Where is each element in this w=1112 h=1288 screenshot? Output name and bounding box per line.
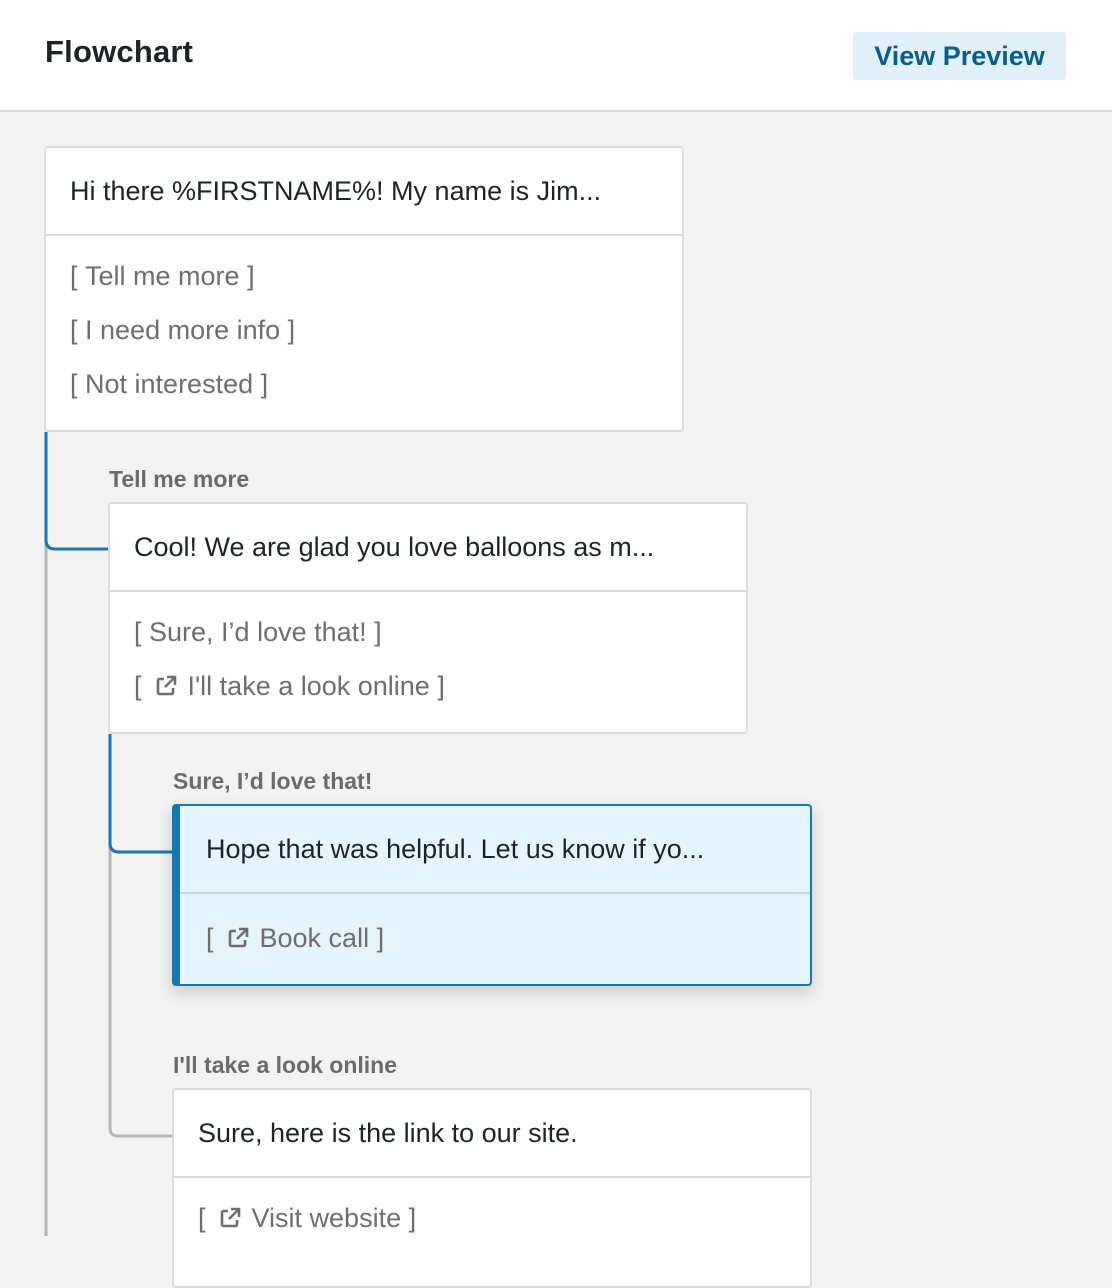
branch-label-tell-me-more: Tell me more	[109, 466, 250, 492]
node-message: Hi there %FIRSTNAME%! My name is Jim...	[46, 148, 682, 236]
external-link-icon	[228, 927, 248, 948]
node-message: Cool! We are glad you love balloons as m…	[110, 504, 746, 592]
option-visit-website[interactable]: [ Visit website ]	[174, 1191, 810, 1245]
header-bar: Flowchart View Preview	[0, 0, 1112, 112]
connector-tell-to-sure	[108, 734, 172, 854]
option-tell-me-more[interactable]: [ Tell me more ]	[46, 249, 682, 303]
node-options: [ Book call ]	[180, 894, 810, 965]
option-need-more-info[interactable]: [ I need more info ]	[46, 303, 682, 357]
flow-node-root[interactable]: Hi there %FIRSTNAME%! My name is Jim... …	[44, 146, 684, 432]
external-link-icon	[220, 1207, 240, 1228]
flow-node-tell-me-more[interactable]: Cool! We are glad you love balloons as m…	[108, 502, 748, 734]
page-title: Flowchart	[45, 34, 194, 69]
view-preview-button[interactable]: View Preview	[853, 32, 1066, 80]
option-book-call[interactable]: [ Book call ]	[180, 911, 810, 965]
external-link-icon	[156, 675, 176, 696]
node-message: Hope that was helpful. Let us know if yo…	[180, 806, 810, 894]
node-options: [ Sure, I’d love that! ] [ I'll take a l…	[110, 592, 746, 713]
node-options: [ Tell me more ] [ I need more info ] [ …	[46, 236, 682, 411]
node-options: [ Visit website ]	[174, 1178, 810, 1245]
connector-tell-to-online	[108, 734, 172, 1138]
connector-root-to-tell-me-more	[44, 432, 108, 551]
flow-node-online[interactable]: Sure, here is the link to our site. [ Vi…	[172, 1088, 812, 1288]
branch-label-online: I'll take a look online	[173, 1052, 398, 1078]
option-not-interested[interactable]: [ Not interested ]	[46, 357, 682, 411]
option-sure-love-that[interactable]: [ Sure, I’d love that! ]	[110, 605, 746, 659]
flow-node-sure-selected[interactable]: Hope that was helpful. Let us know if yo…	[172, 804, 812, 986]
branch-label-sure: Sure, I’d love that!	[173, 768, 373, 794]
node-message: Sure, here is the link to our site.	[174, 1090, 810, 1178]
option-take-look-online[interactable]: [ I'll take a look online ]	[110, 659, 746, 713]
